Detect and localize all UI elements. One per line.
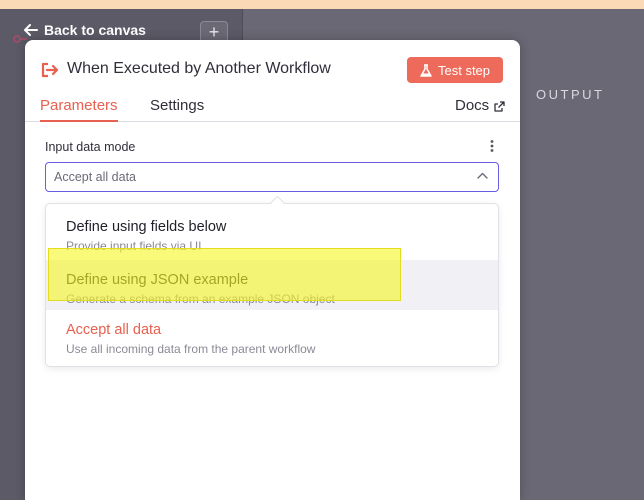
select-value: Accept all data — [54, 170, 136, 184]
test-step-label: Test step — [437, 62, 491, 78]
sign-in-icon — [41, 62, 59, 78]
docs-link[interactable]: Docs — [455, 97, 505, 122]
docs-label: Docs — [455, 97, 490, 114]
panel-tabs: Parameters Settings Docs — [25, 96, 520, 122]
tab-parameters[interactable]: Parameters — [40, 97, 118, 122]
output-heading: OUTPUT — [536, 87, 605, 102]
back-to-canvas-label: Back to canvas — [44, 22, 146, 38]
option-define-json[interactable]: Define using JSON example Generate a sch… — [46, 260, 498, 310]
arrow-left-icon — [24, 24, 38, 36]
input-data-mode-dropdown: Define using fields below Provide input … — [45, 195, 499, 367]
option-description: Use all incoming data from the parent wo… — [66, 342, 316, 356]
panel-header: When Executed by Another Workflow Test s… — [25, 40, 520, 122]
option-description: Provide input fields via UI — [66, 239, 202, 253]
more-options-icon[interactable] — [488, 139, 496, 153]
option-description: Generate a schema from an example JSON o… — [66, 292, 335, 306]
input-data-mode-select[interactable]: Accept all data — [45, 162, 499, 192]
node-title: When Executed by Another Workflow — [67, 60, 331, 77]
test-step-button[interactable]: Test step — [407, 57, 503, 83]
flask-icon — [420, 63, 432, 77]
option-accept-all[interactable]: Accept all data Use all incoming data fr… — [46, 310, 498, 360]
option-title: Define using fields below — [66, 219, 227, 235]
option-define-fields[interactable]: Define using fields below Provide input … — [46, 207, 498, 257]
back-to-canvas-link[interactable]: Back to canvas — [24, 20, 146, 40]
chevron-up-icon — [477, 172, 488, 179]
option-title: Accept all data — [66, 322, 162, 338]
node-parameters-panel: When Executed by Another Workflow Test s… — [25, 40, 520, 500]
external-link-icon — [494, 101, 505, 112]
tab-settings[interactable]: Settings — [150, 97, 204, 122]
top-banner — [0, 0, 644, 9]
input-data-mode-label: Input data mode — [45, 140, 136, 154]
option-title: Define using JSON example — [66, 272, 249, 288]
